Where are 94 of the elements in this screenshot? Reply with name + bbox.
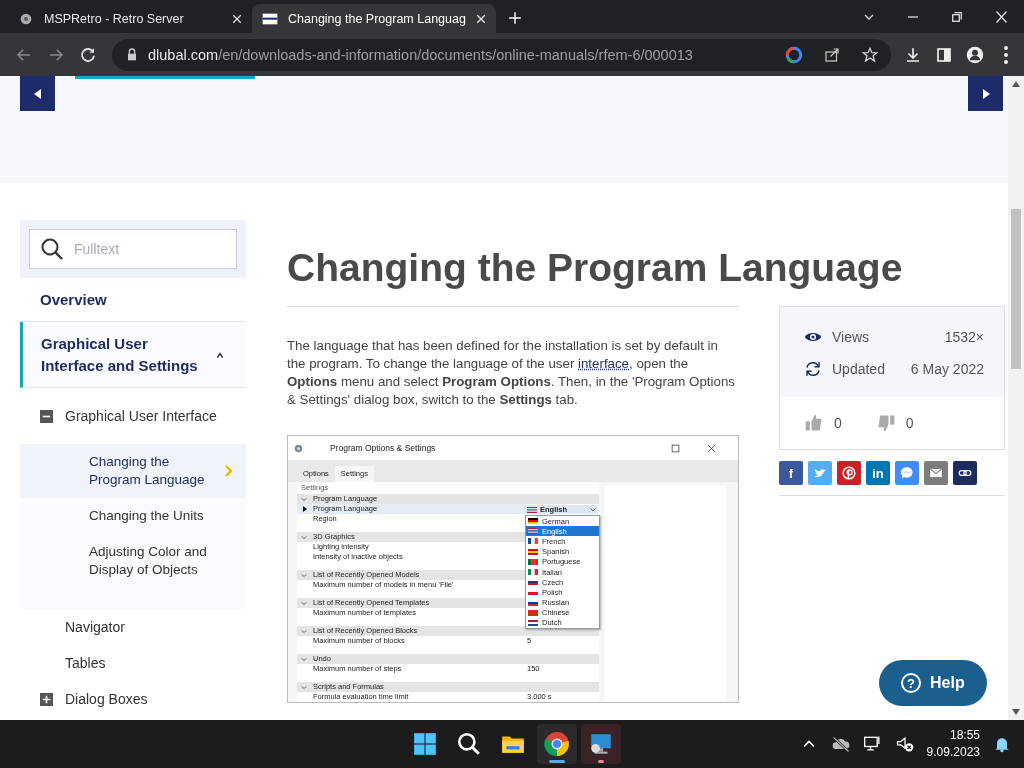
menu-icon bbox=[1004, 45, 1008, 64]
dialog-title: Program Options & Settings bbox=[330, 443, 436, 453]
taskbar-button[interactable] bbox=[581, 724, 621, 764]
bird-icon bbox=[813, 466, 827, 480]
sidebar-item[interactable]: Dialog Boxes bbox=[20, 681, 246, 717]
side-panel-icon bbox=[935, 45, 953, 64]
sidebar-item[interactable]: Navigator bbox=[20, 609, 246, 645]
chevron-down-icon bbox=[588, 506, 598, 513]
share-icon bbox=[823, 45, 841, 64]
like-count: 0 bbox=[834, 415, 842, 431]
chevron-down-icon bbox=[864, 13, 874, 20]
app-icon bbox=[294, 443, 303, 453]
close-icon bbox=[707, 443, 716, 453]
restore-icon bbox=[952, 11, 962, 22]
browser-tab[interactable]: Changing the Program Languag bbox=[252, 4, 496, 33]
page-title: Changing the Program Language bbox=[287, 245, 904, 291]
g-logo-icon bbox=[785, 45, 803, 64]
sidebar-item[interactable]: Adjusting Color and Display of Objects bbox=[20, 534, 246, 588]
views-count: 1532× bbox=[944, 329, 984, 345]
address-bar[interactable]: dlubal.com/en/downloads-and-information/documents/online-manuals/rfem-6/000013 bbox=[112, 38, 891, 71]
clock-date: 9.09.2023 bbox=[926, 744, 980, 761]
star-icon bbox=[861, 45, 879, 64]
flag-icon bbox=[528, 589, 538, 596]
minus-box-icon bbox=[40, 409, 53, 423]
close-icon bbox=[996, 10, 1007, 23]
windows-logo-icon bbox=[412, 731, 438, 757]
chevron-up-icon bbox=[214, 350, 226, 359]
flag-icon bbox=[528, 609, 538, 616]
help-button[interactable]: ? Help bbox=[879, 660, 987, 706]
previous-button[interactable] bbox=[20, 76, 55, 111]
share-button[interactable] bbox=[837, 461, 861, 485]
refresh-icon bbox=[804, 360, 822, 378]
link[interactable]: interface bbox=[578, 356, 629, 371]
pin-icon bbox=[842, 466, 856, 480]
taskbar-button[interactable] bbox=[537, 724, 577, 764]
search-icon bbox=[40, 237, 64, 261]
plus-box-icon bbox=[40, 692, 53, 706]
new-tab-icon bbox=[508, 11, 522, 25]
clock-time: 18:55 bbox=[949, 727, 980, 744]
flag-icon bbox=[528, 558, 538, 565]
chat-icon bbox=[900, 466, 914, 480]
url-text: dlubal.com/en/downloads-and-information/documents/online-manuals/rfem-6/000013 bbox=[148, 46, 694, 63]
sidebar-item[interactable]: Changing the Units bbox=[20, 498, 246, 534]
caret-left-icon bbox=[33, 88, 42, 99]
updated-label: Updated bbox=[832, 361, 885, 377]
scrollbar-thumb[interactable] bbox=[1011, 209, 1021, 369]
monitor-icon bbox=[588, 731, 614, 757]
download-icon bbox=[904, 45, 922, 64]
chevron-right-icon bbox=[224, 465, 232, 477]
flag-icon bbox=[528, 579, 538, 586]
close-icon bbox=[476, 13, 486, 24]
paragraph: The language that has been defined for the installation is set by default in the program. To change the language of the user interface, open the Options menu and select Program Options. Then, in the 'Program Options & Settings' dialog box, switch to the Settings tab. bbox=[287, 337, 736, 409]
share-button[interactable]: in bbox=[866, 461, 890, 485]
chevron-down-icon bbox=[301, 628, 307, 634]
profile-icon bbox=[966, 45, 984, 64]
browser-tab[interactable]: MSPRetro - Retro Server bbox=[8, 4, 252, 33]
maximize-icon bbox=[671, 443, 680, 453]
flag-icon bbox=[527, 506, 537, 513]
thumbs-up-icon bbox=[804, 413, 824, 433]
updated-date: 6 May 2022 bbox=[910, 361, 984, 377]
cloud-off-icon bbox=[830, 734, 851, 754]
volume-muted-icon bbox=[894, 734, 915, 754]
sidebar-item[interactable]: Graphical User Interface bbox=[20, 388, 246, 444]
flag-icon bbox=[528, 538, 538, 545]
chevron-down-icon bbox=[301, 534, 307, 540]
caret-right-icon bbox=[981, 88, 990, 99]
current-row-icon bbox=[303, 506, 307, 512]
minimize-icon bbox=[908, 15, 918, 18]
flag-icon bbox=[528, 619, 538, 626]
chevron-down-icon bbox=[301, 496, 307, 502]
dislike-count: 0 bbox=[905, 415, 914, 431]
close-icon bbox=[232, 13, 242, 24]
flag-icon bbox=[528, 599, 538, 606]
chevron-down-icon bbox=[301, 600, 307, 606]
sidebar-item[interactable]: Changing the Program Language bbox=[20, 444, 246, 498]
share-button[interactable]: f bbox=[779, 461, 803, 485]
network-icon bbox=[862, 734, 883, 754]
chevron-down-icon bbox=[301, 572, 307, 578]
mail-icon bbox=[929, 466, 943, 480]
scroll-up-icon bbox=[1012, 81, 1020, 87]
flag-icon bbox=[528, 518, 538, 525]
search-icon bbox=[456, 731, 482, 757]
sidebar-item[interactable]: Graphical User Interface and Settings bbox=[20, 322, 246, 388]
flag-icon bbox=[528, 528, 538, 535]
chevron-down-icon bbox=[301, 656, 307, 662]
chrome-icon bbox=[544, 731, 570, 757]
scroll-down-icon bbox=[1012, 709, 1020, 715]
chevron-down-icon bbox=[301, 684, 307, 690]
flag-icon bbox=[528, 569, 538, 576]
flag-icon bbox=[528, 548, 538, 555]
views-label: Views bbox=[832, 329, 870, 345]
next-button[interactable] bbox=[968, 76, 1003, 111]
share-button[interactable] bbox=[953, 461, 977, 485]
sidebar-item[interactable]: Tables bbox=[20, 645, 246, 681]
